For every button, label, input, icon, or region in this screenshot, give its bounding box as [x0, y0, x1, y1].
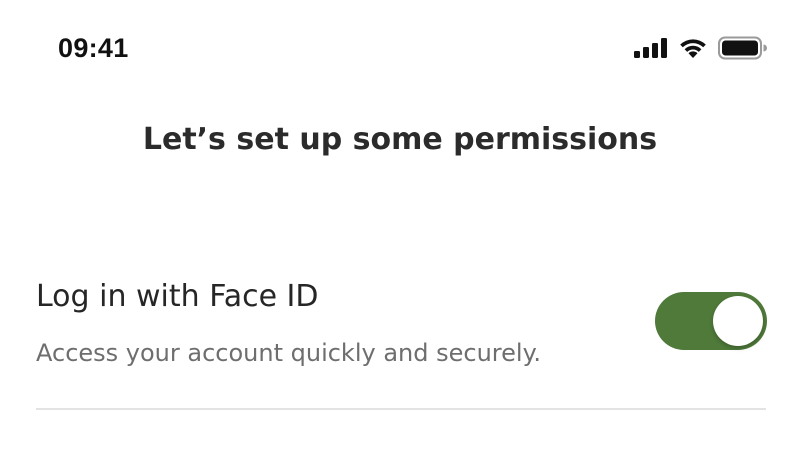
face-id-toggle[interactable]: [655, 292, 767, 350]
wifi-icon: [678, 37, 708, 59]
cellular-signal-icon: [634, 38, 668, 58]
permission-row-face-id: Log in with Face ID Access your account …: [36, 272, 767, 410]
battery-icon: [718, 36, 768, 60]
toggle-knob: [713, 296, 763, 346]
status-icons: [634, 36, 768, 60]
permission-description: Access your account quickly and securely…: [36, 339, 541, 367]
page-title: Let’s set up some permissions: [142, 122, 658, 157]
permission-title: Log in with Face ID: [36, 279, 319, 314]
status-time: 09:41: [58, 33, 129, 63]
status-bar: 09:41: [0, 0, 800, 96]
